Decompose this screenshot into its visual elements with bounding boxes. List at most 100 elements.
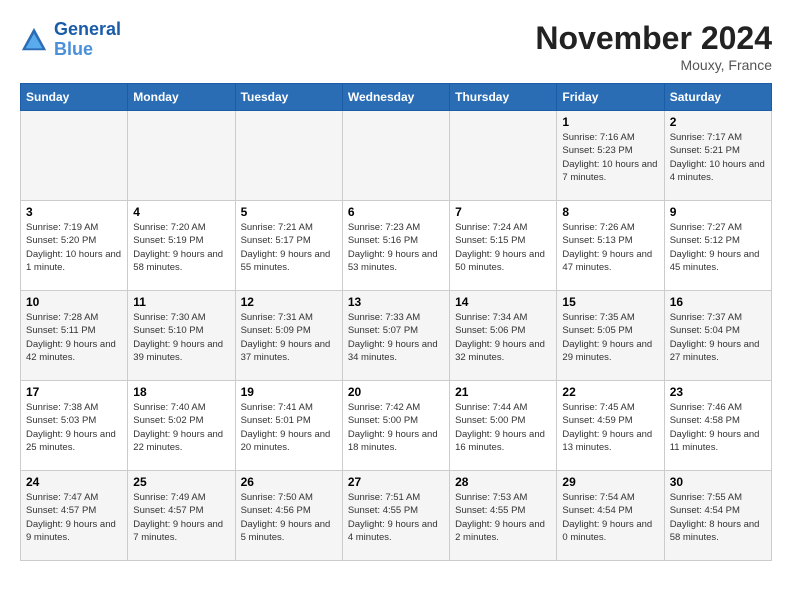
day-info: Sunrise: 7:23 AM Sunset: 5:16 PM Dayligh… bbox=[348, 221, 444, 274]
day-number: 18 bbox=[133, 385, 229, 399]
day-number: 13 bbox=[348, 295, 444, 309]
day-of-week-header: Wednesday bbox=[342, 84, 449, 111]
day-of-week-header: Tuesday bbox=[235, 84, 342, 111]
calendar-cell: 21Sunrise: 7:44 AM Sunset: 5:00 PM Dayli… bbox=[450, 381, 557, 471]
calendar-cell: 23Sunrise: 7:46 AM Sunset: 4:58 PM Dayli… bbox=[664, 381, 771, 471]
month-title: November 2024 bbox=[535, 20, 772, 57]
day-number: 2 bbox=[670, 115, 766, 129]
calendar-week-row: 1 Sunrise: 7:16 AM Sunset: 5:23 PM Daylig… bbox=[21, 111, 772, 201]
day-info: Sunrise: 7:47 AM Sunset: 4:57 PM Dayligh… bbox=[26, 491, 122, 544]
day-info: Sunrise: 7:37 AM Sunset: 5:04 PM Dayligh… bbox=[670, 311, 766, 364]
calendar-cell: 6Sunrise: 7:23 AM Sunset: 5:16 PM Daylig… bbox=[342, 201, 449, 291]
calendar-cell: 14Sunrise: 7:34 AM Sunset: 5:06 PM Dayli… bbox=[450, 291, 557, 381]
calendar-cell: 1 Sunrise: 7:16 AM Sunset: 5:23 PM Daylig… bbox=[557, 111, 664, 201]
calendar-cell: 16 Sunrise: 7:37 AM Sunset: 5:04 PM Dayli… bbox=[664, 291, 771, 381]
day-info: Sunrise: 7:33 AM Sunset: 5:07 PM Dayligh… bbox=[348, 311, 444, 364]
calendar-cell: 9 Sunrise: 7:27 AM Sunset: 5:12 PM Daylig… bbox=[664, 201, 771, 291]
day-info: Sunrise: 7:30 AM Sunset: 5:10 PM Dayligh… bbox=[133, 311, 229, 364]
calendar-cell bbox=[450, 111, 557, 201]
day-number: 23 bbox=[670, 385, 766, 399]
day-number: 17 bbox=[26, 385, 122, 399]
day-number: 26 bbox=[241, 475, 337, 489]
calendar-cell: 4Sunrise: 7:20 AM Sunset: 5:19 PM Daylig… bbox=[128, 201, 235, 291]
day-info: Sunrise: 7:40 AM Sunset: 5:02 PM Dayligh… bbox=[133, 401, 229, 454]
day-number: 12 bbox=[241, 295, 337, 309]
calendar-cell: 3 Sunrise: 7:19 AM Sunset: 5:20 PM Daylig… bbox=[21, 201, 128, 291]
day-info: Sunrise: 7:19 AM Sunset: 5:20 PM Dayligh… bbox=[26, 221, 122, 274]
day-info: Sunrise: 7:55 AM Sunset: 4:54 PM Dayligh… bbox=[670, 491, 766, 544]
location: Mouxy, France bbox=[535, 57, 772, 73]
day-number: 29 bbox=[562, 475, 658, 489]
calendar-cell: 5Sunrise: 7:21 AM Sunset: 5:17 PM Daylig… bbox=[235, 201, 342, 291]
day-number: 7 bbox=[455, 205, 551, 219]
day-info: Sunrise: 7:41 AM Sunset: 5:01 PM Dayligh… bbox=[241, 401, 337, 454]
logo-text: General Blue bbox=[54, 20, 121, 60]
day-number: 25 bbox=[133, 475, 229, 489]
day-number: 14 bbox=[455, 295, 551, 309]
day-number: 19 bbox=[241, 385, 337, 399]
calendar-cell: 19 Sunrise: 7:41 AM Sunset: 5:01 PM Dayli… bbox=[235, 381, 342, 471]
day-info: Sunrise: 7:21 AM Sunset: 5:17 PM Dayligh… bbox=[241, 221, 337, 274]
calendar-cell: 10Sunrise: 7:28 AM Sunset: 5:11 PM Dayli… bbox=[21, 291, 128, 381]
day-number: 27 bbox=[348, 475, 444, 489]
calendar-cell bbox=[342, 111, 449, 201]
calendar-cell: 11 Sunrise: 7:30 AM Sunset: 5:10 PM Dayli… bbox=[128, 291, 235, 381]
day-info: Sunrise: 7:50 AM Sunset: 4:56 PM Dayligh… bbox=[241, 491, 337, 544]
calendar-cell: 30Sunrise: 7:55 AM Sunset: 4:54 PM Dayli… bbox=[664, 471, 771, 561]
calendar-week-row: 3 Sunrise: 7:19 AM Sunset: 5:20 PM Daylig… bbox=[21, 201, 772, 291]
calendar-cell: 15 Sunrise: 7:35 AM Sunset: 5:05 PM Dayli… bbox=[557, 291, 664, 381]
day-number: 15 bbox=[562, 295, 658, 309]
calendar-cell: 22 Sunrise: 7:45 AM Sunset: 4:59 PM Dayli… bbox=[557, 381, 664, 471]
day-number: 10 bbox=[26, 295, 122, 309]
day-info: Sunrise: 7:35 AM Sunset: 5:05 PM Dayligh… bbox=[562, 311, 658, 364]
day-info: Sunrise: 7:27 AM Sunset: 5:12 PM Dayligh… bbox=[670, 221, 766, 274]
calendar-cell: 25 Sunrise: 7:49 AM Sunset: 4:57 PM Dayli… bbox=[128, 471, 235, 561]
day-number: 8 bbox=[562, 205, 658, 219]
calendar-week-row: 17 Sunrise: 7:38 AM Sunset: 5:03 PM Dayli… bbox=[21, 381, 772, 471]
calendar-cell: 8Sunrise: 7:26 AM Sunset: 5:13 PM Daylig… bbox=[557, 201, 664, 291]
day-info: Sunrise: 7:42 AM Sunset: 5:00 PM Dayligh… bbox=[348, 401, 444, 454]
calendar-cell: 18 Sunrise: 7:40 AM Sunset: 5:02 PM Dayli… bbox=[128, 381, 235, 471]
day-info: Sunrise: 7:17 AM Sunset: 5:21 PM Dayligh… bbox=[670, 131, 766, 184]
calendar-cell: 28 Sunrise: 7:53 AM Sunset: 4:55 PM Dayli… bbox=[450, 471, 557, 561]
day-info: Sunrise: 7:45 AM Sunset: 4:59 PM Dayligh… bbox=[562, 401, 658, 454]
day-info: Sunrise: 7:49 AM Sunset: 4:57 PM Dayligh… bbox=[133, 491, 229, 544]
day-number: 1 bbox=[562, 115, 658, 129]
calendar-cell: 24 Sunrise: 7:47 AM Sunset: 4:57 PM Dayli… bbox=[21, 471, 128, 561]
day-info: Sunrise: 7:20 AM Sunset: 5:19 PM Dayligh… bbox=[133, 221, 229, 274]
calendar-cell bbox=[21, 111, 128, 201]
day-number: 28 bbox=[455, 475, 551, 489]
logo-icon bbox=[20, 26, 48, 54]
day-info: Sunrise: 7:24 AM Sunset: 5:15 PM Dayligh… bbox=[455, 221, 551, 274]
calendar-week-row: 24 Sunrise: 7:47 AM Sunset: 4:57 PM Dayli… bbox=[21, 471, 772, 561]
day-of-week-header: Thursday bbox=[450, 84, 557, 111]
day-number: 9 bbox=[670, 205, 766, 219]
calendar-cell: 13 Sunrise: 7:33 AM Sunset: 5:07 PM Dayli… bbox=[342, 291, 449, 381]
day-of-week-header: Sunday bbox=[21, 84, 128, 111]
calendar-table: SundayMondayTuesdayWednesdayThursdayFrid… bbox=[20, 83, 772, 561]
day-number: 20 bbox=[348, 385, 444, 399]
calendar-cell: 7 Sunrise: 7:24 AM Sunset: 5:15 PM Daylig… bbox=[450, 201, 557, 291]
day-info: Sunrise: 7:53 AM Sunset: 4:55 PM Dayligh… bbox=[455, 491, 551, 544]
calendar-cell: 27Sunrise: 7:51 AM Sunset: 4:55 PM Dayli… bbox=[342, 471, 449, 561]
day-of-week-header: Monday bbox=[128, 84, 235, 111]
calendar-header: SundayMondayTuesdayWednesdayThursdayFrid… bbox=[21, 84, 772, 111]
calendar-cell: 20 Sunrise: 7:42 AM Sunset: 5:00 PM Dayli… bbox=[342, 381, 449, 471]
calendar-cell: 2 Sunrise: 7:17 AM Sunset: 5:21 PM Daylig… bbox=[664, 111, 771, 201]
day-number: 3 bbox=[26, 205, 122, 219]
day-info: Sunrise: 7:31 AM Sunset: 5:09 PM Dayligh… bbox=[241, 311, 337, 364]
day-number: 24 bbox=[26, 475, 122, 489]
day-info: Sunrise: 7:38 AM Sunset: 5:03 PM Dayligh… bbox=[26, 401, 122, 454]
day-info: Sunrise: 7:16 AM Sunset: 5:23 PM Dayligh… bbox=[562, 131, 658, 184]
calendar-week-row: 10Sunrise: 7:28 AM Sunset: 5:11 PM Dayli… bbox=[21, 291, 772, 381]
page-header: General Blue November 2024 Mouxy, France bbox=[20, 20, 772, 73]
day-of-week-header: Friday bbox=[557, 84, 664, 111]
calendar-cell: 17 Sunrise: 7:38 AM Sunset: 5:03 PM Dayli… bbox=[21, 381, 128, 471]
calendar-body: 1 Sunrise: 7:16 AM Sunset: 5:23 PM Daylig… bbox=[21, 111, 772, 561]
day-number: 11 bbox=[133, 295, 229, 309]
calendar-cell bbox=[128, 111, 235, 201]
calendar-cell bbox=[235, 111, 342, 201]
day-info: Sunrise: 7:54 AM Sunset: 4:54 PM Dayligh… bbox=[562, 491, 658, 544]
day-number: 22 bbox=[562, 385, 658, 399]
day-number: 16 bbox=[670, 295, 766, 309]
